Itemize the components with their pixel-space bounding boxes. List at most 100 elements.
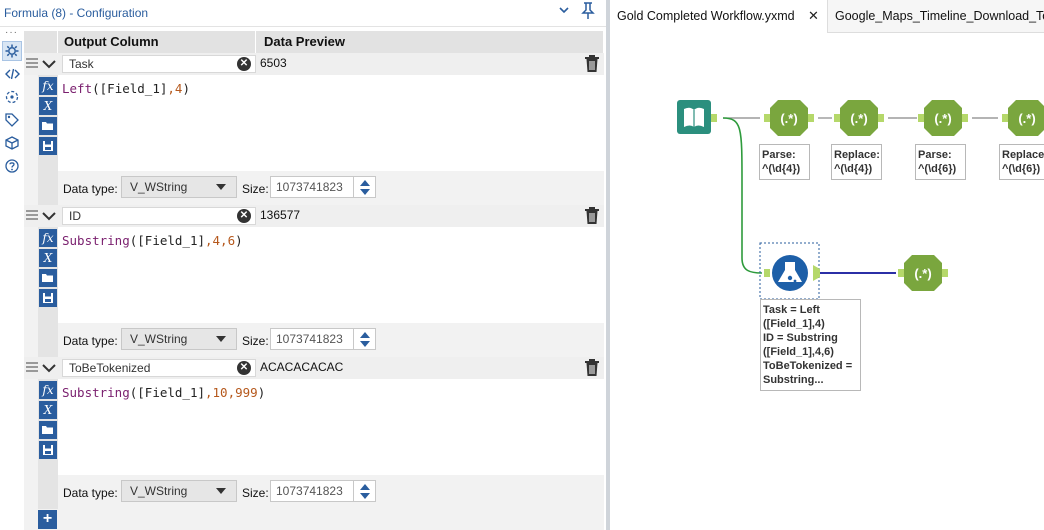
expression-field: [Field_1] [137,233,205,248]
spin-up-icon[interactable] [360,484,370,490]
formula-grid: Output Column Data Preview Task ✕ 6503 f… [24,31,604,530]
annotation-line: Parse: [762,149,796,161]
regex-parse-tool[interactable]: (.*) [764,100,814,136]
expression-editor[interactable]: Substring([Field_1],10,999) [58,379,604,475]
output-column-field[interactable]: Task [62,55,256,73]
annotation-line: ^(\d{4}) [834,163,873,175]
data-type-select[interactable]: V_WString [121,176,237,198]
formula-row-header: ToBeTokenized ✕ ACACACACAC [24,357,604,379]
size-stepper[interactable] [354,176,376,198]
tab-google-maps-timeline[interactable]: Google_Maps_Timeline_Download_Tool.yxmd [828,0,1044,33]
formula-annotation: Task = Left ([Field_1],4) ID = Substring… [760,299,861,391]
size-field[interactable]: 1073741823 [270,176,354,198]
tool-annotation: Replace: ^(\d{4}) [831,144,882,180]
data-type-select[interactable]: V_WString [121,328,237,350]
tab-label: Gold Completed Workflow.yxmd [617,9,795,23]
open-folder-icon[interactable] [39,117,57,135]
cube-icon[interactable] [2,133,22,153]
document-tab-bar: Gold Completed Workflow.yxmd ✕ Google_Ma… [610,0,1044,33]
size-label: Size: [242,182,269,196]
spin-down-icon[interactable] [360,189,370,195]
clear-icon[interactable]: ✕ [237,209,251,223]
save-icon[interactable] [39,441,57,459]
function-fx-icon[interactable]: fx [39,229,57,247]
formula-row-header: ID ✕ 136577 [24,205,604,227]
annotation-line: ToBeTokenized = [763,360,853,372]
connection-icon[interactable] [2,87,22,107]
annotation-line: ^(\d{6}) [1002,163,1041,175]
regex-glyph: (.*) [1018,111,1035,126]
panel-header: Formula (8) - Configuration [0,0,606,27]
spin-down-icon[interactable] [360,341,370,347]
annotation-line: Substring... [763,374,824,386]
output-column-field[interactable]: ToBeTokenized [62,359,256,377]
size-stepper[interactable] [354,480,376,502]
add-formula-button[interactable]: + [38,510,57,529]
header-spacer [24,31,58,53]
spin-up-icon[interactable] [360,180,370,186]
open-folder-icon[interactable] [39,421,57,439]
expression-field: [Field_1] [137,385,205,400]
data-type-value: V_WString [130,484,188,498]
tag-icon[interactable] [2,110,22,130]
spin-down-icon[interactable] [360,493,370,499]
trash-icon[interactable] [584,207,600,225]
spin-up-icon[interactable] [360,332,370,338]
size-stepper[interactable] [354,328,376,350]
annotation-line: Replace: [834,149,880,161]
workflow-canvas[interactable]: (.*) (.*) (.*) (.*) (.*) [610,33,1044,530]
collapse-chevron-icon[interactable] [41,54,57,74]
annotation-line: ID = Substring [763,332,838,344]
tab-gold-completed-workflow[interactable]: Gold Completed Workflow.yxmd [610,0,828,33]
drag-handle-icon[interactable] [26,210,38,220]
code-icon[interactable] [2,64,22,84]
annotation-line: Task = Left [763,304,820,316]
expression-tools: fx X [38,379,58,509]
clear-icon[interactable]: ✕ [237,361,251,375]
save-icon[interactable] [39,137,57,155]
expression-function: Substring [62,385,130,400]
drag-handle-icon[interactable] [26,362,38,372]
chevron-down-icon[interactable] [558,4,570,19]
annotation-line: ([Field_1],4,6) [763,346,834,358]
help-icon[interactable] [2,156,22,176]
function-fx-icon[interactable]: fx [39,381,57,399]
gear-icon[interactable] [2,41,22,61]
size-field[interactable]: 1073741823 [270,480,354,502]
expression-editor[interactable]: Left([Field_1],4) [58,75,604,171]
function-fx-icon[interactable]: fx [39,77,57,95]
variables-x-icon[interactable]: X [39,249,57,267]
output-column-field[interactable]: ID [62,207,256,225]
tool-annotation: Parse: ^(\d{4}) [759,144,810,180]
clear-icon[interactable]: ✕ [237,57,251,71]
expression-editor[interactable]: Substring([Field_1],4,6) [58,227,604,323]
open-folder-icon[interactable] [39,269,57,287]
regex-replace-tool[interactable]: (.*) [834,100,884,136]
data-type-select[interactable]: V_WString [121,480,237,502]
annotation-line: Replace: [1002,149,1044,161]
regex-parse-tool[interactable]: (.*) [918,100,968,136]
drag-handle-icon[interactable] [26,58,38,68]
collapse-chevron-icon[interactable] [41,358,57,378]
collapse-chevron-icon[interactable] [41,206,57,226]
pin-icon[interactable] [581,2,595,23]
trash-icon[interactable] [584,359,600,377]
size-field[interactable]: 1073741823 [270,328,354,350]
formula-row: ID ✕ 136577 fx X Substring([Field_1],4,6… [24,205,604,357]
input-data-tool[interactable] [677,100,717,134]
variables-x-icon[interactable]: X [39,401,57,419]
dropdown-caret-icon [216,488,226,494]
formula-tool[interactable] [759,242,820,300]
trash-icon[interactable] [584,55,600,73]
data-preview-value: ACACACACAC [260,360,344,374]
icon-rail: ··· [0,27,24,530]
save-icon[interactable] [39,289,57,307]
data-preview-header: Data Preview [258,31,604,53]
close-icon[interactable]: ✕ [808,8,819,24]
regex-replace-tool[interactable]: (.*) [1002,100,1044,136]
formula-row-header: Task ✕ 6503 [24,53,604,75]
more-dots-icon[interactable]: ··· [5,27,18,38]
regex-downstream-tool[interactable]: (.*) [898,255,948,291]
regex-glyph: (.*) [914,266,931,281]
variables-x-icon[interactable]: X [39,97,57,115]
